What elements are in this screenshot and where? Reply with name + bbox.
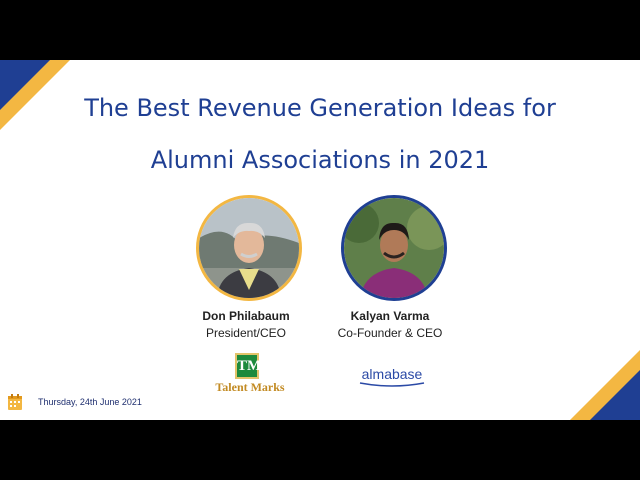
almabase-logo: almabase <box>352 366 432 390</box>
speaker-photo-don <box>196 195 302 301</box>
title-line-1: The Best Revenue Generation Ideas for <box>84 94 556 122</box>
talentmarks-monogram: TM <box>235 353 261 379</box>
speaker-role-kalyan: Co-Founder & CEO <box>337 326 443 340</box>
event-date: Thursday, 24th June 2021 <box>38 397 142 407</box>
almabase-underline-icon <box>359 382 425 387</box>
calendar-icon <box>8 394 22 410</box>
corner-accent-bottom-right <box>570 350 640 420</box>
webinar-slide: The Best Revenue Generation Ideas for Al… <box>0 60 640 420</box>
speaker-name-kalyan: Kalyan Varma <box>350 309 430 323</box>
title-line-2: Alumni Associations in 2021 <box>150 146 490 174</box>
almabase-text: almabase <box>361 366 423 382</box>
talentmarks-text: Talent Marks <box>215 380 285 394</box>
speaker-photo-kalyan <box>341 195 447 301</box>
talentmarks-logo: TM Talent Marks <box>210 353 290 397</box>
